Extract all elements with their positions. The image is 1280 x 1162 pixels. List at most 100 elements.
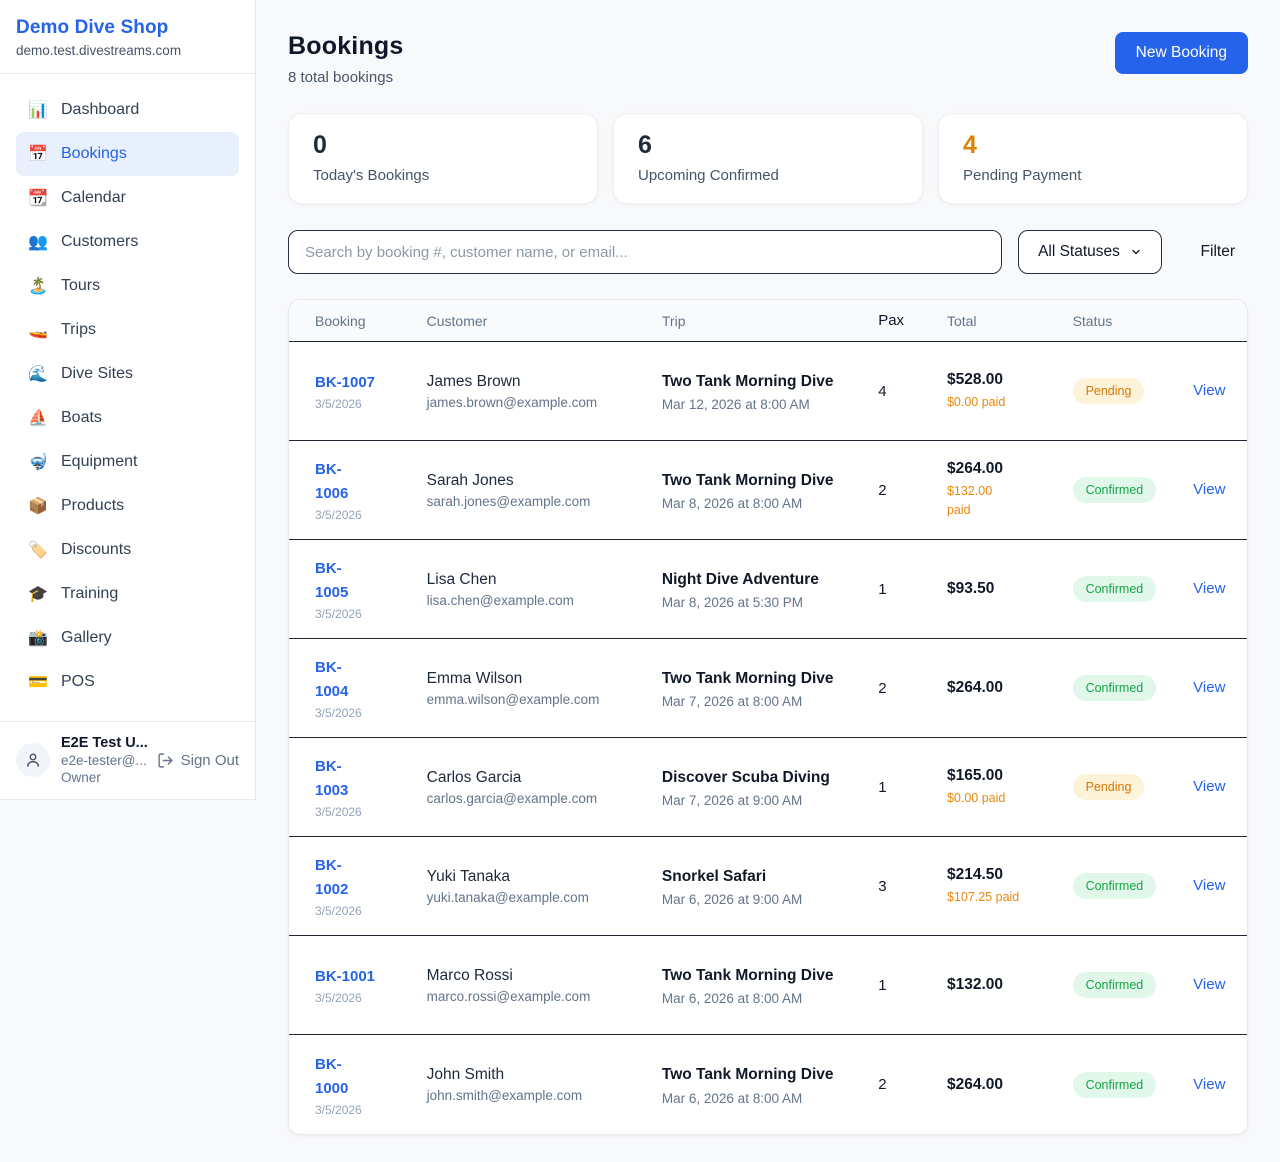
wave-icon: 🌊 — [28, 364, 48, 384]
customer-email: sarah.jones@example.com — [427, 494, 662, 509]
booking-date: 3/5/2026 — [315, 607, 427, 621]
table-row: BK-1005 3/5/2026 Lisa Chen lisa.chen@exa… — [289, 540, 1247, 639]
customer-name: John Smith — [427, 1066, 662, 1084]
booking-date: 3/5/2026 — [315, 1103, 427, 1117]
customer-email: yuki.tanaka@example.com — [427, 890, 662, 905]
trip-name: Discover Scuba Diving — [662, 766, 840, 789]
people-icon: 👥 — [28, 232, 48, 252]
sign-out-icon — [157, 752, 174, 769]
trip-name: Two Tank Morning Dive — [662, 667, 840, 690]
booking-id-link[interactable]: BK-1006 — [315, 458, 359, 506]
customer-name: Yuki Tanaka — [427, 868, 662, 886]
booking-id-link[interactable]: BK-1001 — [315, 968, 375, 985]
trip-name: Two Tank Morning Dive — [662, 1063, 840, 1086]
pax-count: 1 — [878, 977, 947, 994]
total-amount: $264.00 — [947, 1076, 1073, 1094]
booking-date: 3/5/2026 — [315, 706, 427, 720]
sidebar-item-equipment[interactable]: 🤿 Equipment — [16, 440, 239, 484]
view-link[interactable]: View — [1193, 778, 1225, 795]
booking-id-link[interactable]: BK-1002 — [315, 854, 359, 902]
total-amount: $214.50 — [947, 866, 1073, 884]
filter-button[interactable]: Filter — [1201, 243, 1235, 261]
sidebar-item-tours[interactable]: 🏝️ Tours — [16, 264, 239, 308]
view-link[interactable]: View — [1193, 1076, 1225, 1093]
booking-id-link[interactable]: BK-1005 — [315, 557, 359, 605]
view-link[interactable]: View — [1193, 481, 1225, 498]
stat-value: 6 — [638, 131, 898, 160]
trip-datetime: Mar 7, 2026 at 9:00 AM — [662, 793, 878, 808]
table-header-row: Booking Customer Trip Pax Total Status — [289, 300, 1247, 342]
island-icon: 🏝️ — [28, 276, 48, 296]
sidebar-item-boats[interactable]: ⛵ Boats — [16, 396, 239, 440]
user-email: e2e-tester@... — [61, 753, 146, 768]
total-amount: $528.00 — [947, 371, 1073, 389]
trip-datetime: Mar 8, 2026 at 5:30 PM — [662, 595, 878, 610]
column-header-trip: Trip — [662, 313, 878, 329]
customer-email: james.brown@example.com — [427, 395, 662, 410]
page-title: Bookings — [288, 32, 404, 61]
view-link[interactable]: View — [1193, 382, 1225, 399]
credit-card-icon: 💳 — [28, 672, 48, 692]
status-badge: Confirmed — [1073, 477, 1157, 503]
booking-date: 3/5/2026 — [315, 805, 427, 819]
booking-id-link[interactable]: BK-1004 — [315, 656, 359, 704]
sidebar-item-label: Training — [61, 585, 118, 603]
trip-datetime: Mar 6, 2026 at 8:00 AM — [662, 991, 878, 1006]
stat-label: Pending Payment — [963, 167, 1223, 184]
table-row: BK-1007 3/5/2026 James Brown james.brown… — [289, 342, 1247, 441]
new-booking-button[interactable]: New Booking — [1115, 32, 1248, 74]
total-amount: $264.00 — [947, 679, 1073, 697]
sidebar-item-dive-sites[interactable]: 🌊 Dive Sites — [16, 352, 239, 396]
sidebar-item-customers[interactable]: 👥 Customers — [16, 220, 239, 264]
customer-name: Emma Wilson — [427, 670, 662, 688]
sidebar-item-calendar[interactable]: 📆 Calendar — [16, 176, 239, 220]
sidebar-item-label: Gallery — [61, 629, 112, 647]
camera-icon: 📸 — [28, 628, 48, 648]
view-link[interactable]: View — [1193, 976, 1225, 993]
stat-label: Upcoming Confirmed — [638, 167, 898, 184]
chevron-down-icon — [1130, 246, 1142, 258]
booking-id-link[interactable]: BK-1000 — [315, 1053, 359, 1101]
booking-id-link[interactable]: BK-1003 — [315, 755, 359, 803]
booking-date: 3/5/2026 — [315, 397, 427, 411]
sidebar-item-gallery[interactable]: 📸 Gallery — [16, 616, 239, 660]
customer-email: marco.rossi@example.com — [427, 989, 662, 1004]
sidebar-item-trips[interactable]: 🚤 Trips — [16, 308, 239, 352]
customer-name: Sarah Jones — [427, 472, 662, 490]
sidebar-user-footer: E2E Test U... e2e-tester@... Owner Sign … — [0, 721, 255, 799]
customer-email: lisa.chen@example.com — [427, 593, 662, 608]
total-amount: $132.00 — [947, 976, 1073, 994]
sidebar-item-bookings[interactable]: 📅 Bookings — [16, 132, 239, 176]
pax-count: 2 — [878, 680, 947, 697]
status-select[interactable]: All Statuses — [1018, 230, 1162, 274]
trip-name: Two Tank Morning Dive — [662, 469, 840, 492]
diving-mask-icon: 🤿 — [28, 452, 48, 472]
view-link[interactable]: View — [1193, 580, 1225, 597]
status-badge: Confirmed — [1073, 576, 1157, 602]
sidebar-item-pos[interactable]: 💳 POS — [16, 660, 239, 704]
total-amount: $93.50 — [947, 580, 1073, 598]
sidebar-item-products[interactable]: 📦 Products — [16, 484, 239, 528]
customer-email: carlos.garcia@example.com — [427, 791, 662, 806]
amount-paid: $0.00 paid — [947, 393, 1073, 412]
sidebar-item-label: Customers — [61, 233, 138, 251]
search-input[interactable] — [288, 230, 1002, 274]
table-row: BK-1002 3/5/2026 Yuki Tanaka yuki.tanaka… — [289, 837, 1247, 936]
sign-out-button[interactable]: Sign Out — [157, 752, 239, 769]
booking-id-link[interactable]: BK-1007 — [315, 374, 375, 391]
trip-name: Snorkel Safari — [662, 865, 840, 888]
view-link[interactable]: View — [1193, 877, 1225, 894]
amount-paid: $107.25 paid — [947, 888, 1073, 907]
customer-email: emma.wilson@example.com — [427, 692, 662, 707]
shop-domain: demo.test.divestreams.com — [16, 43, 239, 58]
sidebar-item-dashboard[interactable]: 📊 Dashboard — [16, 88, 239, 132]
user-info: E2E Test U... e2e-tester@... Owner — [61, 735, 146, 785]
bar-chart-icon: 📊 — [28, 100, 48, 120]
view-link[interactable]: View — [1193, 679, 1225, 696]
status-badge: Confirmed — [1073, 1072, 1157, 1098]
sidebar-item-training[interactable]: 🎓 Training — [16, 572, 239, 616]
sidebar-item-discounts[interactable]: 🏷️ Discounts — [16, 528, 239, 572]
sailboat-icon: ⛵ — [28, 408, 48, 428]
trip-name: Night Dive Adventure — [662, 568, 840, 591]
total-amount: $264.00 — [947, 460, 1073, 478]
